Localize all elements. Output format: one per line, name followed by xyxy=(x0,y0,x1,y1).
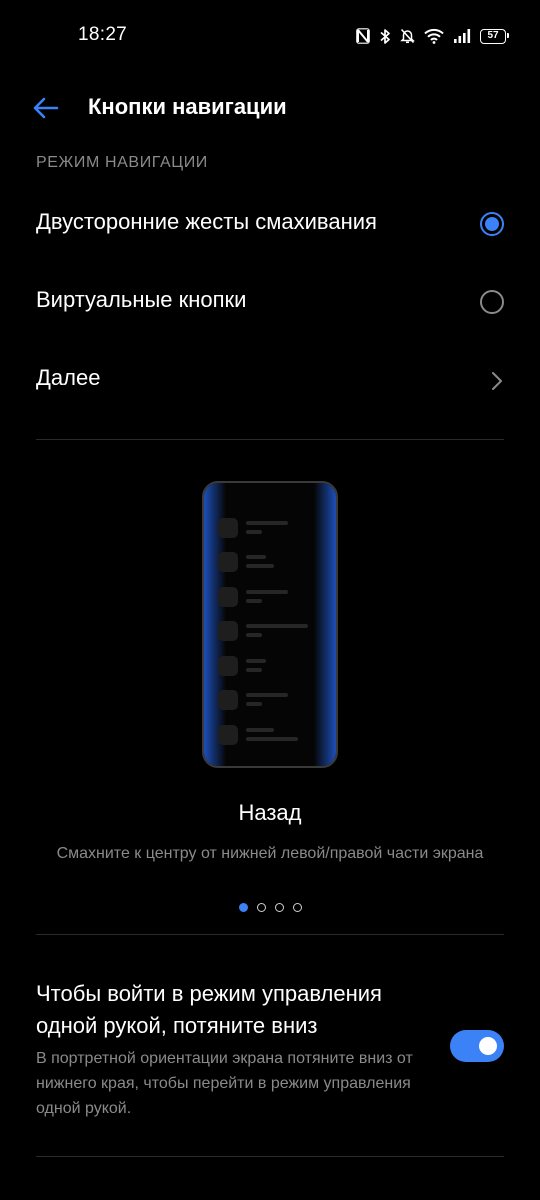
page-indicator xyxy=(0,903,540,912)
battery-icon: 57 xyxy=(480,28,509,44)
one-hand-mode-title: Чтобы войти в режим управления одной рук… xyxy=(36,981,382,1038)
divider xyxy=(36,934,504,935)
page-dot[interactable] xyxy=(274,903,284,912)
illustration-row xyxy=(218,725,318,747)
arrow-left-icon xyxy=(33,97,59,119)
page-dot[interactable] xyxy=(256,903,266,912)
divider xyxy=(36,439,504,440)
one-hand-mode-description: В портретной ориентации экрана потяните … xyxy=(36,1050,413,1117)
gesture-illustration xyxy=(202,481,338,768)
status-bar: 18:27 57 xyxy=(0,0,540,72)
illustration-row xyxy=(218,552,318,574)
page-dot[interactable] xyxy=(238,903,248,912)
status-time: 18:27 xyxy=(78,24,128,45)
bell-off-icon xyxy=(400,28,415,44)
illustration-row xyxy=(218,518,318,540)
radio-gestures[interactable] xyxy=(480,212,504,236)
section-label-navigation-mode: РЕЖИМ НАВИГАЦИИ xyxy=(36,154,208,171)
back-button[interactable] xyxy=(28,90,64,126)
radio-virtual-buttons[interactable] xyxy=(480,290,504,314)
app-header: Кнопки навигации xyxy=(0,80,540,136)
signal-icon xyxy=(454,29,471,43)
option-gestures-label: Двусторонние жесты смахивания xyxy=(36,209,377,234)
more-settings-label: Далее xyxy=(36,365,101,390)
illustration-row xyxy=(218,656,318,678)
divider xyxy=(36,1156,504,1157)
illustration-row xyxy=(218,587,318,609)
wifi-icon xyxy=(424,28,444,44)
nfc-icon xyxy=(356,28,370,44)
status-icons: 57 xyxy=(356,26,509,46)
illustration-row xyxy=(218,690,318,712)
option-virtual-buttons[interactable]: Виртуальные кнопки xyxy=(0,267,540,337)
page-dot[interactable] xyxy=(292,903,302,912)
page-title: Кнопки навигации xyxy=(88,94,287,119)
bluetooth-icon xyxy=(380,28,390,44)
one-hand-mode-toggle[interactable] xyxy=(450,1030,504,1062)
gesture-title: Назад xyxy=(238,800,302,825)
option-virtual-buttons-label: Виртуальные кнопки xyxy=(36,287,247,312)
gesture-description: Смахните к центру от нижней левой/правой… xyxy=(56,845,484,862)
more-settings-item[interactable]: Далее xyxy=(0,345,540,415)
toggle-knob xyxy=(479,1037,497,1055)
option-gestures[interactable]: Двусторонние жесты смахивания xyxy=(0,189,540,259)
illustration-row xyxy=(218,621,318,643)
chevron-right-icon xyxy=(492,372,502,390)
